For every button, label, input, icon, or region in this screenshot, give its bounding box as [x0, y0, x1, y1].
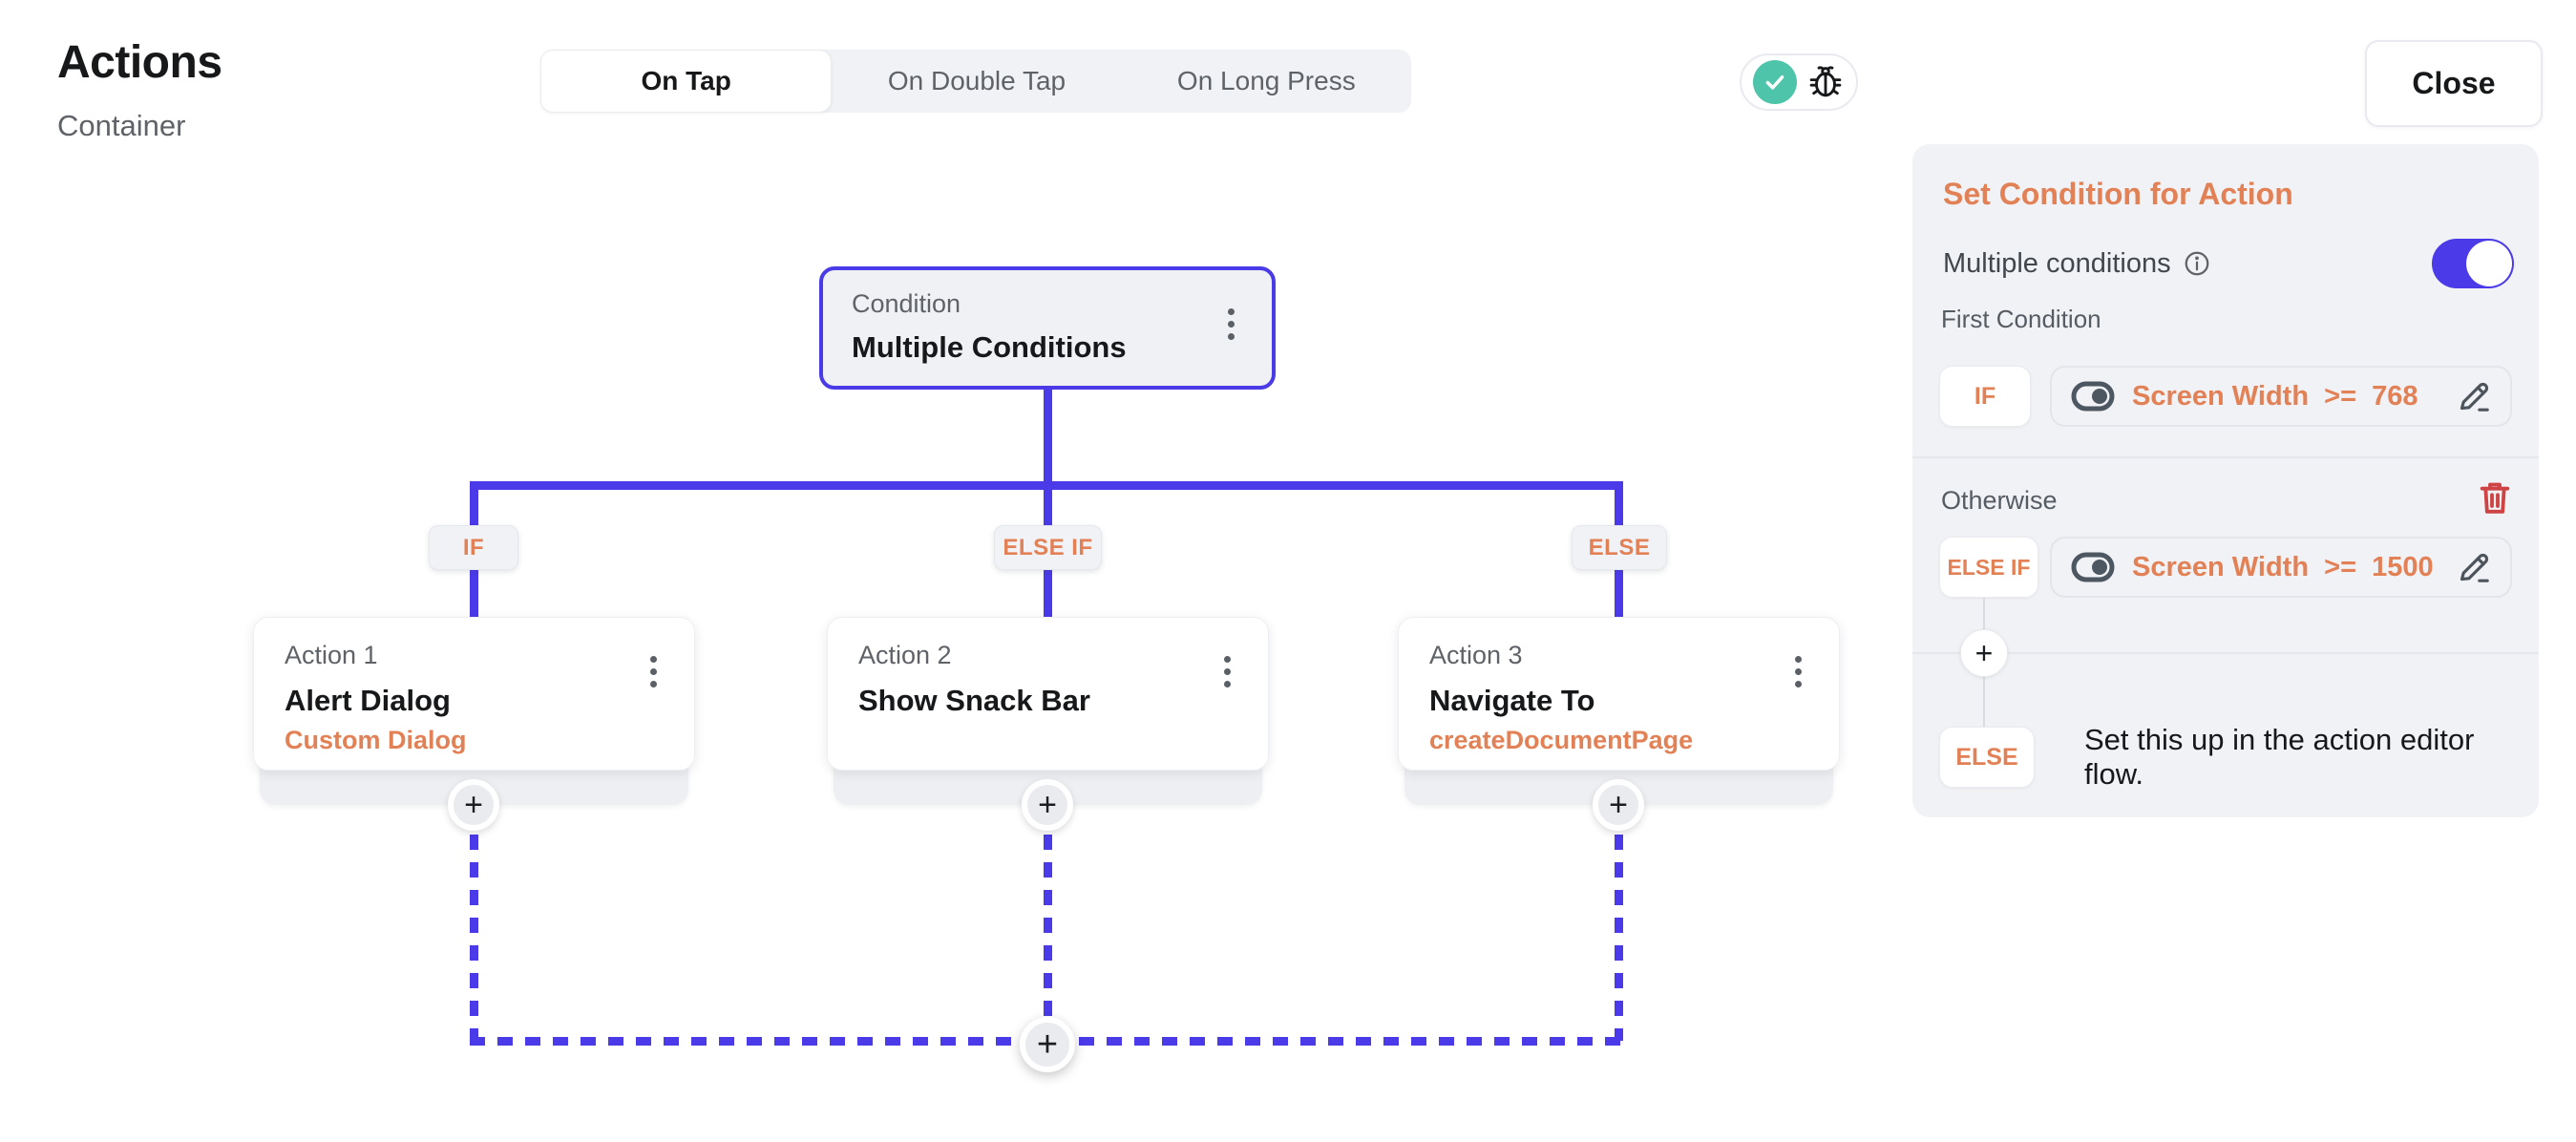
toggle-glyph-icon [2071, 552, 2115, 582]
action-card-2[interactable]: Action 2 Show Snack Bar [827, 617, 1269, 771]
tab-on-long-press[interactable]: On Long Press [1122, 50, 1411, 113]
action-subtitle: Custom Dialog [285, 726, 694, 755]
add-action-button[interactable]: + [448, 779, 499, 831]
actions-editor: Actions Container On Tap On Double Tap O… [0, 0, 2576, 1142]
info-icon[interactable] [2183, 249, 2211, 278]
action-subtitle: createDocumentPage [1429, 726, 1839, 755]
bug-icon[interactable] [1806, 63, 1845, 101]
edit-pencil-icon[interactable] [2455, 377, 2493, 415]
condition-field-if[interactable]: Screen Width >= 768 [2050, 366, 2512, 427]
trigger-tabbar: On Tap On Double Tap On Long Press [540, 50, 1411, 113]
multiple-conditions-row: Multiple conditions [1943, 238, 2211, 289]
panel-connector [1983, 677, 1985, 727]
branch-chip-if: IF [429, 525, 518, 570]
action-number: Action 1 [285, 641, 694, 670]
close-button[interactable]: Close [2365, 40, 2543, 127]
branch-chip-else: ELSE [1572, 525, 1667, 570]
kebab-menu-icon[interactable] [1213, 645, 1241, 698]
validated-check-icon[interactable] [1753, 60, 1797, 104]
condition-node-label: Condition [852, 289, 1272, 319]
multiple-conditions-toggle[interactable] [2432, 239, 2514, 288]
else-chip: ELSE [1939, 727, 2035, 788]
page-subtitle: Container [57, 109, 185, 143]
action-card-3[interactable]: Action 3 Navigate To createDocumentPage [1398, 617, 1840, 771]
elseif-chip: ELSE IF [1939, 537, 2038, 598]
multiple-conditions-label: Multiple conditions [1943, 248, 2171, 280]
action-title: Alert Dialog [285, 684, 694, 718]
divider [1912, 456, 2539, 458]
else-row: ELSE Set this up in the action editor fl… [1912, 727, 2539, 788]
action-card-1[interactable]: Action 1 Alert Dialog Custom Dialog [253, 617, 695, 771]
condition-field-elseif[interactable]: Screen Width >= 1500 [2050, 537, 2512, 598]
page-title: Actions [57, 36, 222, 89]
otherwise-label: Otherwise [1941, 486, 2058, 516]
condition-row-if: IF Screen Width >= 768 [1912, 366, 2539, 427]
condition-node-title: Multiple Conditions [852, 330, 1272, 365]
tab-on-tap[interactable]: On Tap [540, 50, 832, 113]
action-number: Action 2 [858, 641, 1268, 670]
kebab-menu-icon[interactable] [639, 645, 667, 698]
branch-chip-elseif: ELSE IF [994, 525, 1102, 570]
if-chip: IF [1939, 366, 2031, 427]
dashed-connector-elseif [1044, 835, 1052, 1041]
dashed-connector-if [470, 835, 478, 1041]
first-condition-label: First Condition [1941, 305, 2101, 334]
action-title: Show Snack Bar [858, 684, 1268, 718]
tab-on-double-tap[interactable]: On Double Tap [832, 50, 1121, 113]
condition-expression: Screen Width >= 768 [2132, 381, 2438, 412]
action-title: Navigate To [1429, 684, 1839, 718]
set-condition-panel: Set Condition for Action Multiple condit… [1912, 144, 2539, 817]
kebab-menu-icon[interactable] [1216, 297, 1245, 350]
condition-expression: Screen Width >= 1500 [2132, 552, 2438, 583]
add-action-button[interactable]: + [1022, 779, 1073, 831]
validate-debug-pill [1740, 53, 1858, 111]
kebab-menu-icon[interactable] [1784, 645, 1812, 698]
add-condition-button[interactable]: + [1960, 629, 2008, 677]
connector-stem [1044, 389, 1052, 485]
condition-node[interactable]: Condition Multiple Conditions [819, 266, 1276, 390]
toggle-glyph-icon [2071, 381, 2115, 412]
else-helper-text: Set this up in the action editor flow. [2084, 727, 2539, 788]
panel-title: Set Condition for Action [1943, 177, 2293, 212]
panel-connector [1983, 598, 1985, 629]
add-action-button[interactable]: + [1593, 779, 1644, 831]
action-number: Action 3 [1429, 641, 1839, 670]
dashed-connector-else [1615, 835, 1623, 1041]
add-action-after-merge-button[interactable]: + [1020, 1017, 1075, 1072]
edit-pencil-icon[interactable] [2455, 548, 2493, 586]
condition-row-elseif: ELSE IF Screen Width >= 1500 [1912, 537, 2539, 598]
delete-condition-trash-icon[interactable] [2474, 473, 2516, 520]
